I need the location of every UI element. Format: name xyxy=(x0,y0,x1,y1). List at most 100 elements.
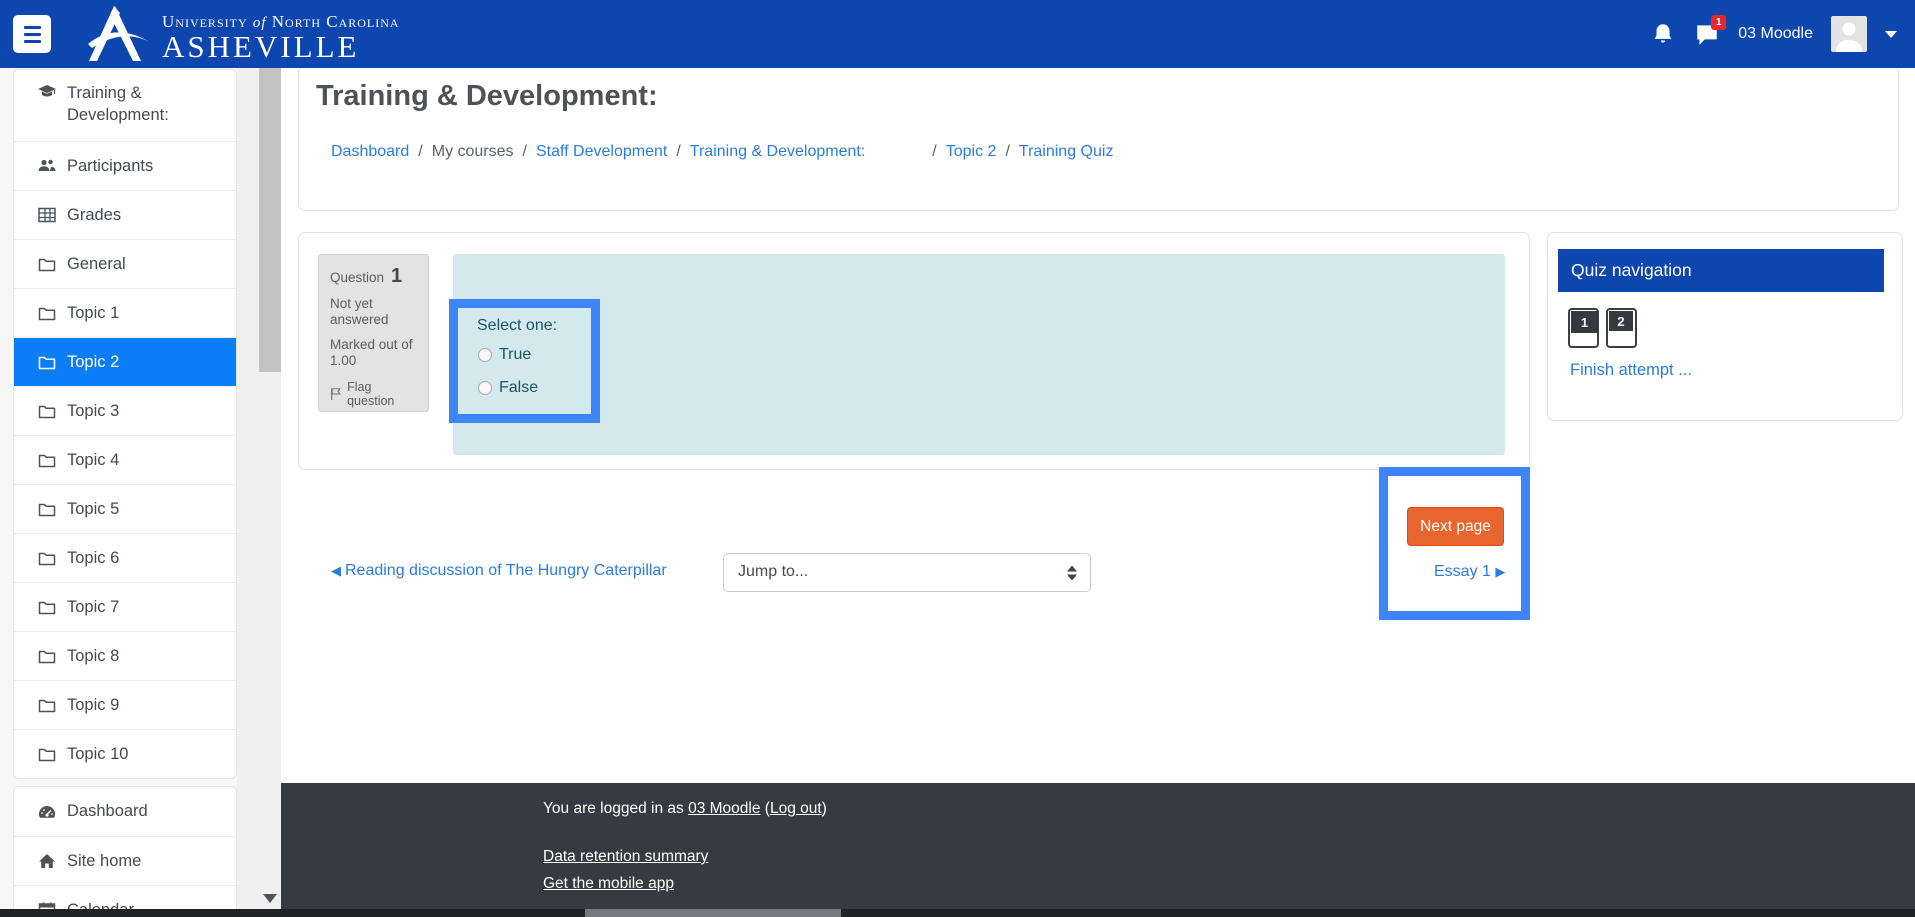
breadcrumb-link-training-development[interactable]: Training & Development: xyxy=(690,143,924,161)
sidebar-item-label: Topic 6 xyxy=(67,549,119,568)
sidebar-item-label: Topic 9 xyxy=(67,696,119,715)
sidebar-item-topic-9[interactable]: Topic 9 xyxy=(14,680,236,729)
page-title: Training & Development: xyxy=(316,80,658,113)
folder-icon xyxy=(37,450,57,470)
breadcrumb-separator: / xyxy=(996,143,1018,161)
footer-link-data-retention-summary[interactable]: Data retention summary xyxy=(543,848,708,866)
breadcrumb-link-topic-2[interactable]: Topic 2 xyxy=(946,143,997,161)
sidebar-item-dashboard[interactable]: Dashboard xyxy=(14,787,236,836)
folder-icon xyxy=(37,646,57,666)
footer-links: Data retention summary Get the mobile app xyxy=(543,848,708,893)
option-false[interactable]: False xyxy=(478,377,538,399)
breadcrumb-link-training-quiz[interactable]: Training Quiz xyxy=(1019,143,1114,161)
breadcrumb-separator: / xyxy=(514,143,536,161)
hamburger-icon xyxy=(24,26,41,29)
breadcrumb-separator: / xyxy=(667,143,689,161)
unc-asheville-logo[interactable]: University of North Carolina ASHEVILLE xyxy=(80,4,400,64)
notifications-bell-icon[interactable] xyxy=(1650,21,1676,47)
sidebar-item-label: General xyxy=(67,255,126,274)
quiznav-page-1-current[interactable]: 1 xyxy=(1568,308,1599,348)
sidebar-item-topic-3[interactable]: Topic 3 xyxy=(14,386,236,435)
sidebar-item-topic-2[interactable]: Topic 2 xyxy=(14,337,236,386)
sidebar-item-topic-4[interactable]: Topic 4 xyxy=(14,435,236,484)
sidebar-item-label: Grades xyxy=(67,206,121,225)
scrollbar-down-arrow[interactable] xyxy=(259,886,281,910)
folder-icon xyxy=(37,352,57,372)
user-avatar[interactable] xyxy=(1831,16,1867,52)
jump-to-select[interactable]: Jump to... xyxy=(723,553,1091,592)
sidebar-item-topic-7[interactable]: Topic 7 xyxy=(14,582,236,631)
user-menu-caret-icon[interactable] xyxy=(1885,31,1897,38)
breadcrumb-link-dashboard[interactable]: Dashboard xyxy=(331,143,409,161)
sidebar-item-label: Participants xyxy=(67,157,153,176)
vertical-scrollbar-thumb[interactable] xyxy=(259,68,281,372)
answer-options: True False xyxy=(478,344,538,410)
sidebar-item-grades[interactable]: Grades xyxy=(14,190,236,239)
previous-activity-link[interactable]: ◀Reading discussion of The Hungry Caterp… xyxy=(331,562,667,580)
sidebar-item-site-home[interactable]: Site home xyxy=(14,836,236,885)
sidebar-item-label: Topic 4 xyxy=(67,451,119,470)
sidebar-item-label: Dashboard xyxy=(67,802,148,821)
moodle-quiz-page: University of North Carolina ASHEVILLE 1… xyxy=(0,0,1915,917)
graduation-cap-icon xyxy=(37,82,57,102)
radio-icon[interactable] xyxy=(478,348,492,362)
folder-icon xyxy=(37,303,57,323)
logout-link[interactable]: Log out xyxy=(770,800,822,817)
sidebar-course-group: Training & Development: Participants Grade… xyxy=(13,69,237,779)
radio-icon[interactable] xyxy=(478,381,492,395)
breadcrumb-separator: / xyxy=(409,143,431,161)
top-navbar: University of North Carolina ASHEVILLE 1… xyxy=(0,0,1915,68)
sidebar-item-topic-5[interactable]: Topic 5 xyxy=(14,484,236,533)
breadcrumb-link-staff-development[interactable]: Staff Development xyxy=(536,143,667,161)
messages-icon[interactable]: 1 xyxy=(1694,21,1720,47)
quiznav-page-2[interactable]: 2 xyxy=(1606,308,1637,348)
flag-question-link[interactable]: Flag question xyxy=(330,380,417,408)
sidebar-item-topic-10[interactable]: Topic 10 xyxy=(14,729,236,778)
folder-icon xyxy=(37,744,57,764)
sidebar-item-label: Topic 3 xyxy=(67,402,119,421)
footer: You are logged in as 03 Moodle (Log out)… xyxy=(281,783,1915,909)
footer-user-link[interactable]: 03 Moodle xyxy=(688,800,760,817)
sidebar-site-group: DashboardSite homeCalendar xyxy=(13,786,237,917)
sidebar-item-label: Site home xyxy=(67,852,141,871)
jump-to-value: Jump to... xyxy=(738,563,808,581)
sidebar-item-label: Topic 10 xyxy=(67,745,128,764)
folder-icon xyxy=(37,499,57,519)
sidebar-item-topic-1[interactable]: Topic 1 xyxy=(14,288,236,337)
sidebar-item-training-development[interactable]: Training & Development: xyxy=(14,70,236,141)
folder-icon xyxy=(37,254,57,274)
question-body xyxy=(453,254,1505,455)
sidebar-item-participants[interactable]: Participants xyxy=(14,141,236,190)
next-page-button[interactable]: Next page xyxy=(1407,507,1504,546)
next-activity-link[interactable]: Essay 1 ▶ xyxy=(1434,563,1509,581)
hamburger-menu-button[interactable] xyxy=(13,15,51,53)
quiznav-page-number: 2 xyxy=(1609,311,1633,331)
question-marks: Marked out of 1.00 xyxy=(330,337,420,369)
option-true[interactable]: True xyxy=(478,344,538,366)
users-icon xyxy=(37,156,57,176)
sidebar-item-label: Topic 8 xyxy=(67,647,119,666)
next-arrow-icon: ▶ xyxy=(1495,564,1505,580)
select-arrows-icon xyxy=(1067,565,1077,580)
sidebar-item-label: Topic 1 xyxy=(67,304,119,323)
horizontal-scrollbar-thumb[interactable] xyxy=(585,909,841,917)
sidebar-item-topic-8[interactable]: Topic 8 xyxy=(14,631,236,680)
footer-link-get-the-mobile-app[interactable]: Get the mobile app xyxy=(543,875,708,893)
message-count-badge: 1 xyxy=(1711,15,1726,30)
university-a-swoosh-icon xyxy=(80,4,158,64)
quiznav-page-number: 1 xyxy=(1571,311,1598,333)
sidebar-item-label: Topic 7 xyxy=(67,598,119,617)
option-label: False xyxy=(499,379,538,397)
dashboard-icon xyxy=(37,802,57,822)
sidebar-item-topic-6[interactable]: Topic 6 xyxy=(14,533,236,582)
question-info-box: Question 1 Not yet answered Marked out o… xyxy=(318,254,429,412)
prev-arrow-icon: ◀ xyxy=(331,563,341,579)
sidebar-item-label: Topic 5 xyxy=(67,500,119,519)
sidebar-item-general[interactable]: General xyxy=(14,239,236,288)
finish-attempt-link[interactable]: Finish attempt ... xyxy=(1570,361,1692,380)
sidebar-item-label: Topic 2 xyxy=(67,353,119,372)
breadcrumb-text-my-courses: My courses xyxy=(432,143,514,161)
home-icon xyxy=(37,851,57,871)
folder-icon xyxy=(37,401,57,421)
option-label: True xyxy=(499,346,531,364)
